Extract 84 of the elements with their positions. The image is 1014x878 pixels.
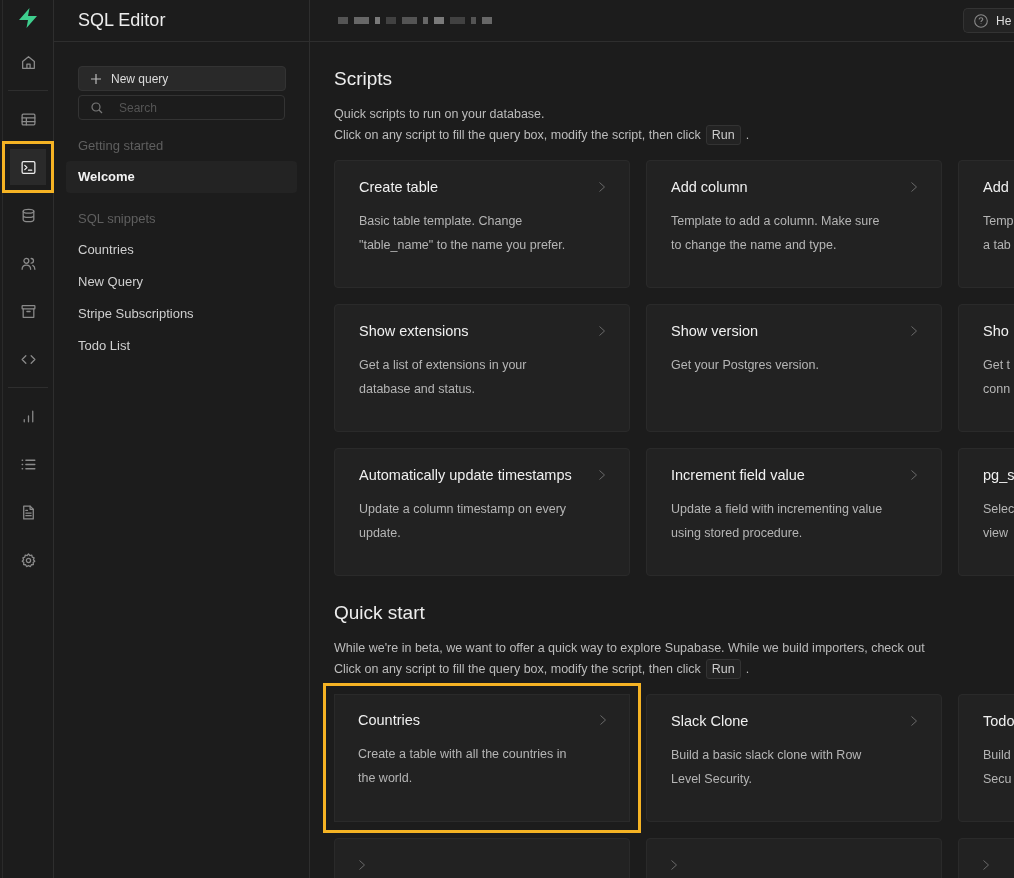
card-title: Countries	[358, 712, 421, 728]
script-card[interactable]: Todo Build Secu	[958, 694, 1014, 822]
card-description: the world.	[358, 770, 414, 787]
card-title: Show extensions	[359, 323, 469, 339]
chevron-right-icon	[599, 182, 605, 192]
card-description: database and status.	[359, 381, 477, 398]
chevron-right-icon	[600, 715, 606, 725]
card-description: Update a field with incrementing value	[671, 501, 884, 518]
card-title: Automatically update timestamps	[359, 467, 572, 483]
chevron-right-icon	[911, 716, 917, 726]
card-description: using stored procedure.	[671, 525, 804, 542]
script-card[interactable]: Add column Template to add a column. Make sure to change the name and type.	[646, 160, 942, 288]
section-title: Quick start	[334, 602, 426, 624]
section-heading: SQL snippets	[78, 211, 157, 226]
chevron-right-icon	[911, 326, 917, 336]
help-button[interactable]: He	[963, 8, 1014, 33]
script-card[interactable]: Sho Get t conn	[958, 304, 1014, 432]
chevron-right-icon	[911, 470, 917, 480]
run-code-chip: Run	[705, 125, 741, 145]
script-card[interactable]: Automatically update timestamps Update a column timestamp on every update.	[334, 448, 630, 576]
instruction-text: Click on any script to fill the query box, modify the script, then click	[334, 662, 701, 676]
card-description: update.	[359, 525, 402, 542]
chevron-right-icon	[911, 182, 917, 192]
card-title: Add column	[671, 179, 748, 195]
script-card[interactable]: Slack Clone Build a basic slack clone with Row Level Security.	[646, 694, 942, 822]
plus-icon	[91, 73, 101, 84]
script-card[interactable]: Show extensions Get a list of extensions in your database and status.	[334, 304, 630, 432]
card-description: Create a table with all the countries in	[358, 746, 568, 763]
chevron-right-icon	[671, 860, 677, 870]
chevron-right-icon	[359, 860, 365, 870]
sidebar-item[interactable]: Welcome	[66, 161, 297, 193]
help-icon	[974, 13, 988, 28]
card-description: view	[983, 525, 1009, 542]
period-text: .	[745, 128, 750, 142]
card-title: pg_s	[983, 467, 1014, 483]
card-description: Secu	[983, 771, 1013, 788]
card-description: "table_name" to the name you prefer.	[359, 237, 567, 254]
card-title: Slack Clone	[671, 713, 749, 729]
card-title: Show version	[671, 323, 759, 339]
chevron-right-icon	[599, 470, 605, 480]
period-text: .	[745, 662, 750, 676]
card-description: Temp	[983, 213, 1014, 230]
search-field[interactable]: Search	[78, 95, 285, 120]
script-card[interactable]: Show version Get your Postgres version.	[646, 304, 942, 432]
card-description: conn	[983, 381, 1012, 398]
card-description: a tab	[983, 237, 1012, 254]
sidebar-item[interactable]: New Query	[78, 266, 297, 298]
card-description: Update a column timestamp on every	[359, 501, 568, 518]
card-description: Build	[983, 747, 1012, 764]
card-title: Add	[983, 179, 1009, 195]
card-description: Template to add a column. Make sure	[671, 213, 881, 230]
search-icon	[91, 102, 103, 114]
section-description: Quick scripts to run on your database.	[334, 106, 546, 123]
card-description: Get t	[983, 357, 1012, 374]
run-code-chip: Run	[705, 659, 741, 679]
card-title: Increment field value	[671, 467, 805, 483]
script-card[interactable]: Create table Basic table template. Change "table_name" to the name you prefer.	[334, 160, 630, 288]
script-card[interactable]: Add Temp a tab	[958, 160, 1014, 288]
sidebar-item[interactable]: Stripe Subscriptions	[78, 298, 297, 330]
sidebar-item[interactable]: Countries	[78, 234, 297, 266]
chevron-right-icon	[599, 326, 605, 336]
bolt-logo-icon[interactable]	[16, 6, 40, 30]
card-description: Get a list of extensions in your	[359, 357, 528, 374]
script-card[interactable]: pg_s Selec view	[958, 448, 1014, 576]
card-description: Level Security.	[671, 771, 754, 788]
new-query-button[interactable]: New query	[78, 66, 286, 91]
card-description: to change the name and type.	[671, 237, 838, 254]
sidebar-item[interactable]: Todo List	[78, 330, 297, 362]
sidebar-title: SQL Editor	[78, 10, 166, 31]
section-heading: Getting started	[78, 138, 165, 153]
script-card[interactable]: Increment field value Update a field with incrementing value using stored procedure.	[646, 448, 942, 576]
card-description: Basic table template. Change	[359, 213, 524, 230]
section-title: Scripts	[334, 68, 394, 90]
chevron-right-icon	[983, 860, 989, 870]
card-description: Get your Postgres version.	[671, 357, 820, 374]
instruction-text: Click on any script to fill the query box, modify the script, then click	[334, 128, 701, 142]
terminal-icon[interactable]	[2, 141, 54, 193]
card-description: Selec	[983, 501, 1014, 518]
card-description: Build a basic slack clone with Row	[671, 747, 863, 764]
section-description: While we're in beta, we want to offer a quick way to explore Supabase. While we build importers, check out	[334, 640, 926, 657]
card-title: Sho	[983, 323, 1009, 339]
script-card[interactable]: Countries Create a table with all the countries in the world.	[323, 683, 641, 833]
card-title: Create table	[359, 179, 438, 195]
card-title: Todo	[983, 713, 1014, 729]
